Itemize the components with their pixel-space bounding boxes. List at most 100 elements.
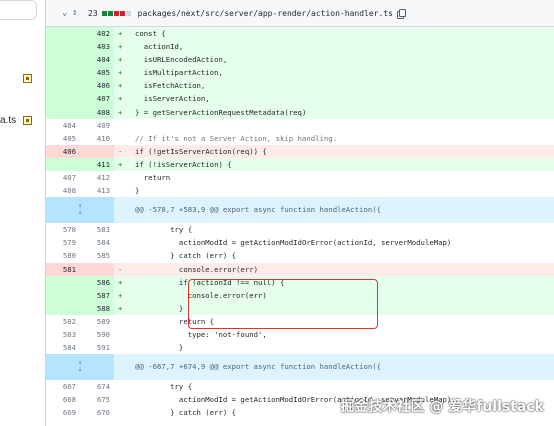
file-filter-box[interactable] [0, 0, 37, 20]
old-line-number[interactable] [46, 288, 80, 302]
old-line-number[interactable]: 583 [46, 328, 80, 341]
old-line-number[interactable] [46, 27, 80, 41]
old-line-number[interactable] [46, 40, 80, 54]
new-line-number[interactable] [80, 262, 114, 276]
new-line-number[interactable]: 674 [80, 380, 114, 393]
old-line-number[interactable]: 669 [46, 406, 80, 419]
code-text: } [135, 343, 184, 353]
context-line: 405 410 // If it's not a Server Action, sk… [46, 132, 554, 145]
old-line-number[interactable]: 584 [46, 341, 80, 354]
old-line-number[interactable] [46, 301, 80, 315]
new-line-number[interactable]: 676 [80, 406, 114, 419]
new-line-number[interactable]: 411 [80, 157, 114, 172]
new-line-number[interactable]: 584 [80, 236, 114, 249]
hunk-header: ⇡ ⇣ @@ -667,7 +674,9 @@ export async func… [46, 354, 554, 381]
file-path[interactable]: packages/next/src/server/app-render/acti… [138, 9, 393, 18]
diff-sign: - [118, 146, 123, 156]
new-line-number[interactable]: 410 [80, 132, 114, 145]
file-header: ⌄ ⇕ 23 packages/next/src/server/app-rend… [46, 0, 554, 27]
new-line-number[interactable]: 412 [80, 171, 114, 184]
diff-sign: + [118, 68, 123, 78]
code-text: try { [135, 225, 193, 235]
sidebar-file-name[interactable]: a.ts [0, 115, 16, 126]
deleted-line: 406 - if (!getIsServerAction(req)) { [46, 144, 554, 158]
expand-all-icon[interactable]: ⇕ [72, 8, 82, 18]
new-line-number[interactable]: 585 [80, 249, 114, 262]
new-line-number[interactable]: 588 [80, 301, 114, 315]
diffstat-square [101, 10, 107, 16]
added-line: 405 + isMultipartAction, [46, 66, 554, 80]
new-line-number[interactable]: 403 [80, 40, 114, 54]
context-line: 579 584 actionModId = getActionModIdOrErr… [46, 236, 554, 249]
old-line-number[interactable]: 406 [46, 144, 80, 158]
old-line-number[interactable] [46, 66, 80, 80]
new-line-number[interactable]: 404 [80, 53, 114, 67]
old-line-number[interactable] [46, 92, 80, 106]
old-line-number[interactable]: 407 [46, 171, 80, 184]
added-line: 408 +} = getServerActionRequestMetadata(r… [46, 105, 554, 119]
old-line-number[interactable] [46, 53, 80, 67]
old-line-number[interactable]: 404 [46, 119, 80, 132]
diff-sign: - [118, 264, 123, 274]
code-text: type: 'not-found', [135, 329, 267, 339]
new-line-number[interactable]: 583 [80, 223, 114, 236]
old-line-number[interactable] [46, 275, 80, 289]
added-line: 404 + isURLEncodedAction, [46, 53, 554, 67]
expand-lines-icon[interactable]: ⇡ ⇣ [46, 197, 114, 224]
diff-sign: + [118, 159, 123, 169]
new-line-number[interactable]: 590 [80, 328, 114, 341]
context-line: 578 583 try { [46, 223, 554, 236]
diff-pane: ⌄ ⇕ 23 packages/next/src/server/app-rend… [45, 0, 554, 426]
new-line-number[interactable]: 413 [80, 184, 114, 197]
old-line-number[interactable]: 405 [46, 132, 80, 145]
old-line-number[interactable] [46, 79, 80, 93]
code-text: actionId, [135, 42, 184, 52]
diff-sign: + [118, 42, 123, 52]
new-line-number[interactable]: 406 [80, 79, 114, 93]
old-line-number[interactable]: 668 [46, 393, 80, 406]
new-line-number[interactable]: 408 [80, 105, 114, 119]
new-line-number[interactable]: 587 [80, 288, 114, 302]
code-text: } catch (err) { [135, 408, 237, 418]
new-line-number[interactable]: 405 [80, 66, 114, 80]
old-line-number[interactable]: 581 [46, 262, 80, 276]
hunk-header: ⇡ ⇣ @@ -578,7 +583,9 @@ export async func… [46, 197, 554, 224]
new-line-number[interactable]: 675 [80, 393, 114, 406]
file-tree-sidebar: a.ts [0, 0, 45, 426]
copy-icon[interactable] [396, 8, 406, 19]
new-line-number[interactable]: 586 [80, 275, 114, 289]
old-line-number[interactable] [46, 105, 80, 119]
code-text: isServerAction, [135, 94, 210, 104]
old-line-number[interactable]: 579 [46, 236, 80, 249]
diff-sign: + [118, 29, 123, 38]
hunk-header-text: @@ -578,7 +583,9 @@ export async functio… [135, 205, 382, 215]
old-line-number[interactable]: 580 [46, 249, 80, 262]
context-line: 407 412 return [46, 171, 554, 184]
context-line: 408 413} [46, 184, 554, 197]
code-text: try { [135, 382, 193, 392]
code-text: if (!getIsServerAction(req)) { [135, 146, 267, 156]
context-line: 584 591 } [46, 341, 554, 354]
code-text: } [135, 186, 140, 196]
old-line-number[interactable]: 408 [46, 184, 80, 197]
new-line-number[interactable] [80, 144, 114, 158]
new-line-number[interactable]: 589 [80, 315, 114, 328]
diff-sign: + [118, 55, 123, 65]
old-line-number[interactable]: 582 [46, 315, 80, 328]
new-line-number[interactable]: 402 [80, 27, 114, 41]
expand-lines-icon[interactable]: ⇡ ⇣ [46, 354, 114, 381]
new-line-number[interactable]: 591 [80, 341, 114, 354]
diffstat-square [125, 10, 131, 16]
diffstat-square [119, 10, 125, 16]
old-line-number[interactable]: 667 [46, 380, 80, 393]
highlight-annotation-box [188, 279, 378, 329]
old-line-number[interactable]: 578 [46, 223, 80, 236]
chevron-down-icon[interactable]: ⌄ [62, 8, 72, 18]
diffstat-square [107, 10, 113, 16]
new-line-number[interactable]: 409 [80, 119, 114, 132]
old-line-number[interactable] [46, 157, 80, 172]
context-line: 580 585 } catch (err) { [46, 249, 554, 262]
change-count: 23 [88, 8, 98, 18]
code-text: } [135, 303, 184, 313]
new-line-number[interactable]: 407 [80, 92, 114, 106]
